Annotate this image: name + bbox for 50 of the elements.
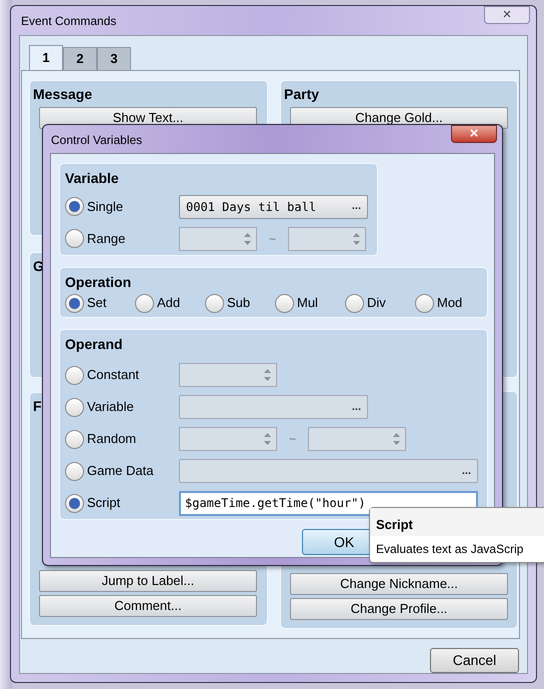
group-title: Operation [65,273,132,292]
group-title: Operand [65,335,124,354]
picker-field[interactable]: 0001 Days til ball ... [179,194,368,218]
radio-button[interactable]: Script [65,493,179,513]
more-button[interactable]: ... [352,398,361,416]
tab[interactable]: 2 [63,47,97,70]
picker-field[interactable]: ... [179,459,478,483]
radio-button[interactable]: Constant [65,365,179,385]
spin-arrows-icon[interactable] [243,232,252,246]
more-button[interactable]: ... [352,198,361,215]
dialog-title: Control Variables [51,132,142,149]
spin-arrows-icon[interactable] [392,432,401,446]
tab[interactable]: 3 [97,47,131,70]
radio-button[interactable]: Variable [65,397,179,417]
radio-button[interactable]: Div [345,293,415,313]
command-button[interactable]: Comment... [39,595,257,617]
radio-button[interactable]: Random [65,429,179,449]
spin-arrows-icon[interactable] [263,432,272,446]
radio-button[interactable]: Mod [415,293,485,313]
radio-button[interactable]: Range [65,228,179,248]
tooltip-title: Script [370,508,544,536]
radio-button[interactable]: Add [135,293,205,313]
group-title: Variable [65,169,120,188]
cancel-button[interactable]: Cancel [430,648,519,673]
radio-button[interactable]: Game Data [65,461,179,481]
command-button[interactable]: Change Profile... [290,598,508,620]
radio-button[interactable]: Mul [275,293,345,313]
group-title: F [33,397,42,416]
spin-field[interactable] [308,427,406,451]
window-title: Event Commands [21,13,116,30]
radio-button[interactable]: Single [65,196,179,216]
range-separator: ~ [268,230,277,248]
range-separator: ~ [288,431,297,448]
spin-field[interactable] [179,226,257,250]
group-title: Party [284,85,320,104]
close-button[interactable]: × [484,6,530,24]
radio-button[interactable]: Set [65,293,135,313]
tab[interactable]: 1 [29,45,63,70]
command-button[interactable]: Change Nickname... [290,573,508,595]
spin-arrows-icon[interactable] [352,232,361,246]
command-button[interactable]: Jump to Label... [39,570,257,592]
picker-value: 0001 Days til ball [186,198,316,216]
more-button[interactable]: ... [462,462,471,480]
spin-field[interactable] [179,427,277,451]
spin-field[interactable] [179,363,277,387]
radio-button[interactable]: Sub [205,293,275,313]
picker-field[interactable]: ... [179,395,368,419]
spin-arrows-icon[interactable] [263,368,272,382]
group-title: Message [33,85,92,104]
spin-field[interactable] [288,226,366,250]
